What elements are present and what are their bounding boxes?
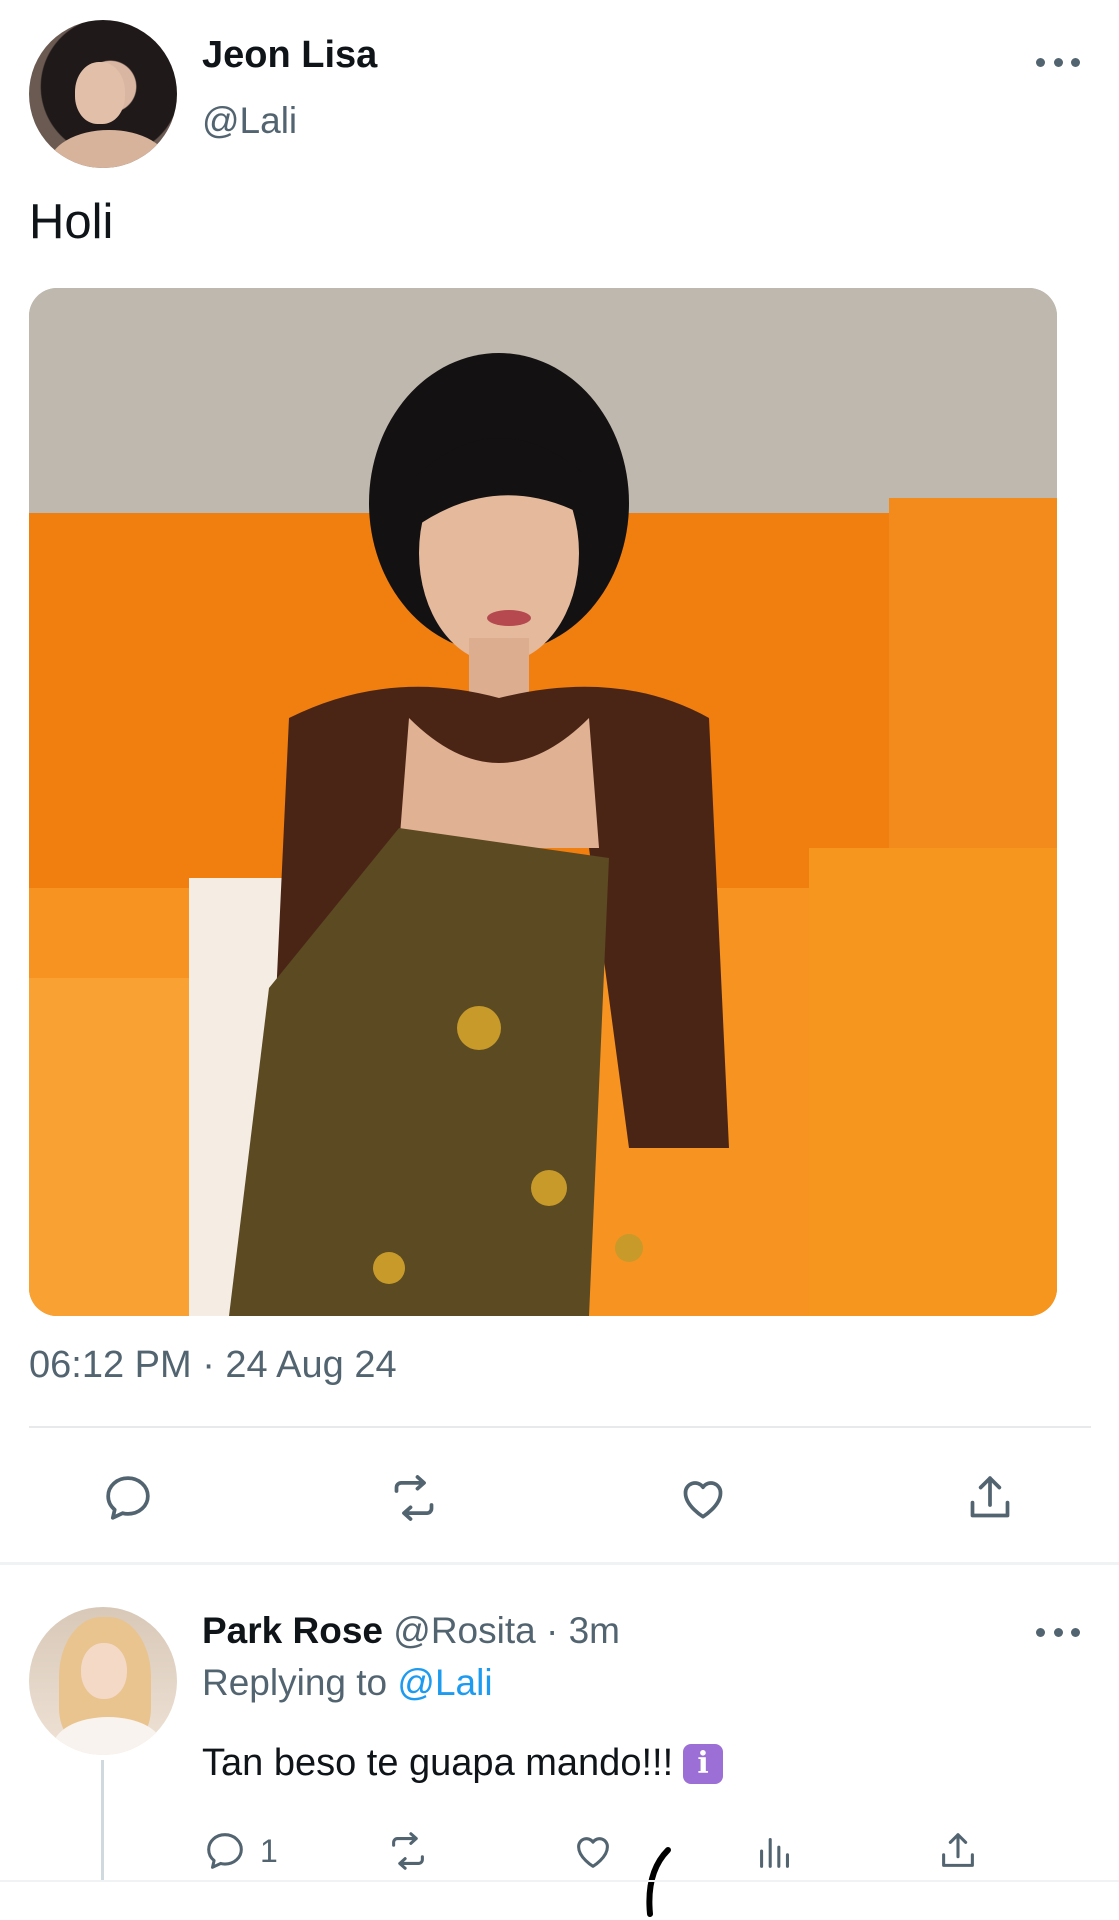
reply-header: Park Rose @Rosita · 3m [202,1610,620,1652]
information-emoji-icon: i [683,1743,724,1784]
reply-author-avatar[interactable] [29,1607,177,1755]
dot [1036,57,1045,67]
share-icon [942,1833,974,1867]
tweet-detail-screen: Jeon Lisa @Lali Holi 06:12 PM · 24 Aug 2… [0,0,1119,1920]
author-handle[interactable]: @Lali [202,100,297,142]
share-icon [970,1476,1010,1518]
reply-reply-button[interactable]: 1 [202,1826,278,1876]
reply-share-button[interactable] [935,1826,981,1876]
divider [29,1426,1091,1428]
reply-text-content: Tan beso te guapa mando!!! [202,1742,674,1784]
reply-action-bar: 1 [0,1826,1119,1876]
dot [1071,1627,1080,1637]
retweet-icon [392,1832,424,1870]
tweet-text: Holi [29,195,114,249]
photo-illustration [29,288,1057,1316]
reply-like-button[interactable] [570,1826,616,1876]
avatar-face [75,62,125,124]
reply-more-options-icon[interactable] [1036,1622,1080,1642]
views-icon [760,1837,789,1868]
retweet-button[interactable] [384,1468,444,1528]
reply-author-meta: @Rosita · 3m [383,1610,620,1651]
replying-to-handle[interactable]: @Lali [397,1662,492,1703]
dot [1071,57,1080,67]
reply-text: Tan beso te guapa mando!!! i [202,1742,724,1785]
replying-to: Replying to @Lali [202,1662,493,1704]
pen-scribble-mark [646,1847,671,1917]
reply-retweet-button[interactable] [385,1826,431,1876]
like-icon [683,1481,723,1519]
bottom-divider [0,1880,1119,1882]
section-divider [0,1562,1119,1565]
reply-views-button[interactable] [752,1826,798,1876]
replying-to-label: Replying to [202,1662,398,1703]
dot [1036,1627,1045,1637]
reply-count: 1 [260,1832,278,1869]
dot [1053,1627,1063,1637]
author-avatar[interactable] [29,20,177,168]
dot [1053,57,1063,67]
reply-button[interactable] [98,1468,158,1528]
avatar-shoulder [49,130,169,168]
reply-icon [106,1476,150,1520]
like-button[interactable] [673,1468,733,1528]
author-name[interactable]: Jeon Lisa [202,34,377,77]
reply-author-name[interactable]: Park Rose [202,1610,383,1651]
avatar-face [81,1643,127,1699]
more-options-icon[interactable] [1036,52,1080,72]
tweet-action-bar [0,1468,1119,1528]
reply-icon [207,1833,243,1869]
retweet-icon [394,1475,434,1521]
tweet-timestamp: 06:12 PM · 24 Aug 24 [29,1344,397,1386]
like-icon [577,1837,609,1868]
tweet-photo[interactable] [29,288,1057,1316]
share-button[interactable] [960,1468,1020,1528]
